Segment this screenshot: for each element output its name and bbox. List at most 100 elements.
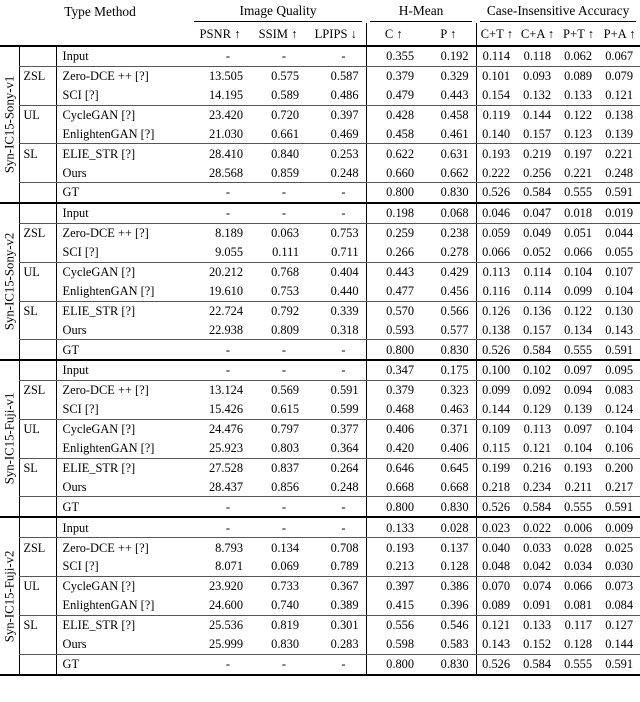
cell-value: 0.800 (365, 496, 422, 518)
cell-value: 19.610 (190, 281, 251, 302)
cell-value: 28.568 (190, 163, 251, 184)
header-group-label: H-Mean (398, 3, 444, 19)
cell-value: 0.122 (564, 107, 593, 122)
cell-value: 0.089 (475, 595, 518, 616)
cell-value: 0.428 (365, 105, 422, 125)
header-col-2: LPIPS ↓ (314, 26, 357, 41)
cell-value: 0.615 (250, 400, 307, 420)
cell-value: 0.329 (440, 69, 469, 84)
cell-value: 0.068 (421, 204, 477, 225)
cell-value: 0.591 (605, 499, 634, 514)
cell-value: 0.631 (440, 146, 469, 161)
cell-value: 0.840 (271, 146, 300, 161)
cell-value: 0.094 (564, 383, 593, 398)
cell-value: 0.113 (523, 422, 552, 437)
cell-value: 0.009 (599, 518, 640, 539)
row-type (18, 281, 56, 302)
cell-value: 0.081 (558, 595, 600, 616)
cell-value: 0.645 (440, 460, 469, 475)
cell-value: 0.477 (365, 281, 422, 302)
row-method: GT (55, 182, 191, 204)
cell-value: 0.577 (421, 320, 477, 341)
cell-value: 0.468 (365, 400, 422, 420)
dataset-label: Syn-IC15-Fuji-v1 (2, 392, 17, 485)
dataset-label: Syn-IC15-Fuji-v2 (2, 550, 17, 642)
cell-value: 0.104 (558, 438, 600, 459)
cell-value: 0.047 (517, 204, 559, 225)
cell-value: 0.129 (517, 400, 559, 420)
cell-value: - (281, 185, 287, 200)
cell-value: 0.084 (599, 595, 640, 616)
dataset-label: Syn-IC15-Sony-v1 (2, 75, 17, 174)
cell-value: 0.104 (599, 281, 640, 302)
cell-value: 0.479 (365, 85, 422, 106)
cell-value: 0.591 (330, 383, 359, 398)
row-type: SL (18, 301, 56, 321)
table-row: SL ELIE_STR [?] 28.410 0.840 0.253 0.622 0.631… (0, 143, 640, 164)
cell-value: 25.923 (190, 438, 251, 459)
cell-value: 0.264 (330, 460, 359, 475)
row-type (18, 320, 56, 341)
row-method: Ours (55, 634, 191, 655)
cell-value: 0.584 (523, 185, 552, 200)
cell-value: 23.920 (208, 579, 244, 594)
cell-value: 0.102 (517, 361, 559, 382)
cell-value: 0.134 (558, 320, 600, 341)
row-method: Zero-DCE ++ [?] (55, 537, 191, 558)
cell-value: 0.367 (330, 579, 359, 594)
row-method: ELIE_STR [?] (55, 143, 191, 164)
row-type (18, 361, 56, 382)
table-row: SL ELIE_STR [?] 22.724 0.792 0.339 0.570 0.566… (0, 301, 640, 321)
cell-value: 0.830 (440, 499, 469, 514)
cell-value: 0.859 (250, 163, 307, 184)
row-type (18, 242, 56, 263)
cell-value: 0.819 (271, 618, 300, 633)
cell-value: 0.526 (475, 339, 518, 361)
cell-value: 0.323 (440, 383, 469, 398)
cell-value: 0.733 (271, 579, 300, 594)
cell-value: 0.753 (330, 226, 359, 241)
cell-value: 0.138 (605, 107, 634, 122)
row-method: Input (55, 204, 191, 225)
table-row: ZSL Zero-DCE ++ [?] 13.505 0.575 0.587 0.379 0… (0, 66, 640, 86)
results-table: Type Method Image Quality H-Mean Case-Insen… (0, 0, 640, 677)
row-method: Ours (55, 163, 191, 184)
cell-value: 0.033 (523, 540, 552, 555)
row-method: SCI [?] (55, 85, 191, 106)
row-method: ELIE_STR [?] (55, 615, 191, 635)
cell-value: 0.646 (365, 458, 422, 478)
cell-value: 0.175 (421, 361, 477, 382)
cell-value: 0.555 (564, 185, 593, 200)
cell-value: 0.837 (271, 460, 300, 475)
cell-value: 0.048 (475, 557, 518, 578)
table-row: ZSL Zero-DCE ++ [?] 8.189 0.063 0.753 0.259 0.… (0, 223, 640, 243)
dataset-label-cell: Syn-IC15-Sony-v1 (0, 47, 19, 204)
cell-value: 0.486 (306, 85, 367, 106)
cell-value: 0.114 (475, 47, 518, 67)
cell-value: 0.248 (306, 477, 367, 498)
cell-value: 0.143 (599, 320, 640, 341)
group-underline (480, 20, 637, 22)
results-table-figure: Type Method Image Quality H-Mean Case-Insen… (0, 0, 640, 702)
cell-value: 0.248 (599, 163, 640, 184)
cell-value: 0.139 (558, 400, 600, 420)
header-group-0: Image Quality (190, 0, 366, 23)
cell-value: - (341, 342, 346, 357)
cell-value: 0.221 (558, 163, 600, 184)
cell-value: 0.830 (440, 656, 469, 671)
cell-value: 0.063 (271, 226, 300, 241)
cell-value: 0.456 (421, 281, 477, 302)
cell-value: 0.301 (330, 618, 359, 633)
header-group-1: H-Mean (366, 0, 476, 23)
row-method: SCI [?] (55, 557, 191, 578)
cell-value: 22.724 (208, 303, 244, 318)
row-method: SCI [?] (55, 400, 191, 420)
cell-value: 0.598 (365, 634, 422, 655)
cell-value: 0.136 (523, 303, 552, 318)
cell-value: 0.052 (517, 242, 559, 263)
row-method: Zero-DCE ++ [?] (55, 380, 191, 401)
table-row: SCI [?] 15.426 0.615 0.599 0.468 0.463 0.144 0.… (0, 400, 640, 420)
cell-value: 0.100 (475, 361, 518, 382)
cell-value: 0.066 (564, 579, 593, 594)
cell-value: 28.437 (190, 477, 251, 498)
